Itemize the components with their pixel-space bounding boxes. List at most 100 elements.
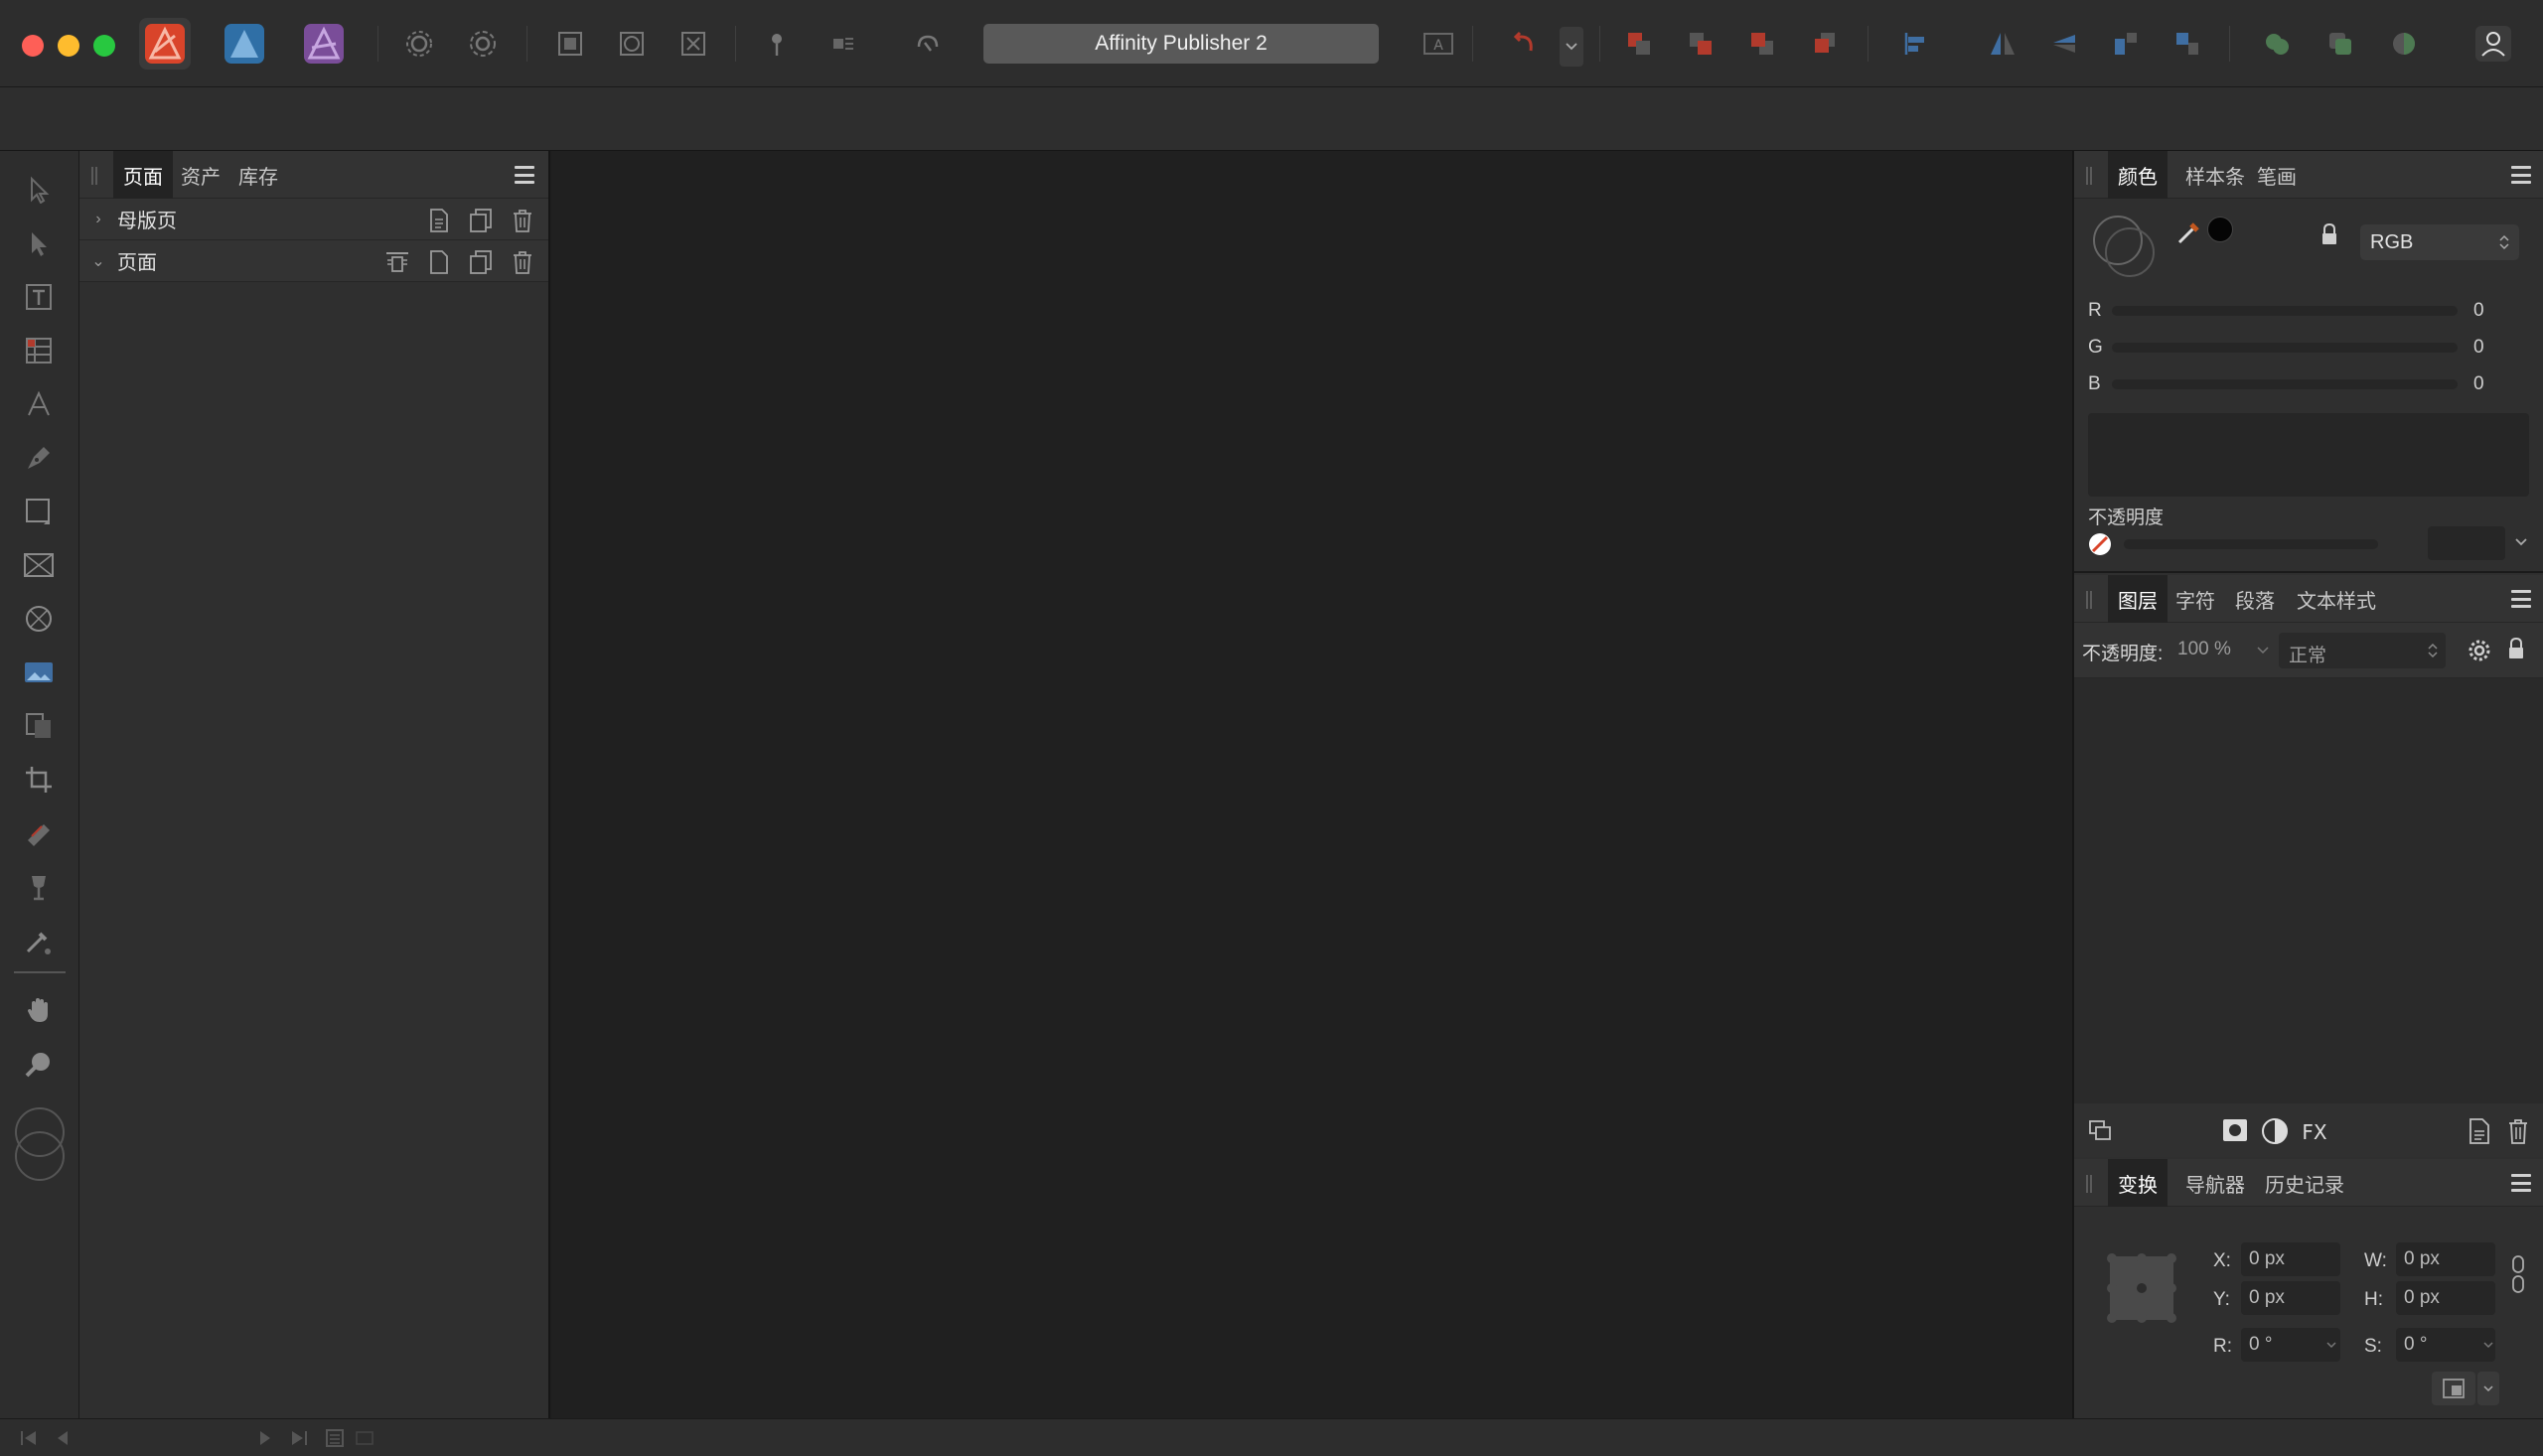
delete-master-page-icon[interactable] [509,207,536,234]
y-input[interactable]: 0 px [2241,1281,2340,1315]
transform-options-button[interactable] [2432,1372,2475,1405]
picture-frame-tool-icon[interactable] [18,544,60,586]
move-back-one-icon[interactable] [1681,24,1720,64]
tab-history[interactable]: 历史记录 [2255,1159,2354,1207]
fill-stroke-swatch[interactable] [10,1104,70,1184]
pages-section[interactable]: ⌄ 页面 [79,240,548,282]
current-color-swatch[interactable] [2207,217,2233,242]
eyedropper-icon[interactable] [2175,217,2205,246]
delete-page-icon[interactable] [509,248,536,276]
undo-icon[interactable] [1504,24,1544,64]
color-spectrum-area[interactable] [2088,413,2529,497]
photo-persona-button[interactable] [298,18,350,70]
rectangle-tool-icon[interactable] [18,491,60,532]
move-tool-icon[interactable] [18,169,60,211]
table-tool-icon[interactable] [18,330,60,371]
tab-assets[interactable]: 资产 [171,151,230,199]
no-fill-icon[interactable] [2088,532,2112,556]
tab-navigator[interactable]: 导航器 [2175,1159,2255,1207]
h-input[interactable]: 0 px [2396,1281,2495,1315]
opacity-input[interactable] [2428,526,2505,560]
w-input[interactable]: 0 px [2396,1242,2495,1276]
first-page-icon[interactable] [18,1427,40,1449]
fill-stroke-circles[interactable] [2090,211,2162,280]
vector-crop-icon[interactable] [18,705,60,747]
layer-opacity-value[interactable]: 100 % [2177,639,2231,660]
settings-gear-icon[interactable] [463,24,503,64]
flip-horizontal-icon[interactable] [1983,24,2022,64]
tab-character[interactable]: 字符 [2166,575,2225,623]
opacity-slider[interactable] [2124,539,2378,549]
add-master-page-icon[interactable] [425,207,453,234]
document-canvas[interactable] [552,151,2072,1418]
ellipse-frame-tool-icon[interactable] [18,598,60,640]
bleed-view-icon[interactable] [673,24,713,64]
tab-paragraph[interactable]: 段落 [2225,575,2285,623]
panel-grip-handle[interactable] [2086,1175,2092,1193]
page-thumbnail-icon[interactable] [354,1427,375,1449]
g-channel-value[interactable]: 0 [2473,337,2484,359]
page-spread-icon[interactable] [324,1427,346,1449]
panel-menu-icon[interactable] [513,163,536,187]
tab-text-styles[interactable]: 文本样式 [2287,575,2386,623]
layers-list[interactable] [2074,678,2543,1103]
text-wrap-icon[interactable] [823,24,862,64]
chevron-down-icon[interactable]: ⌄ [85,251,111,271]
master-pages-section[interactable]: › 母版页 [79,199,548,240]
tab-swatches[interactable]: 样本条 [2175,151,2255,199]
view-mode-icon[interactable] [550,24,590,64]
align-icon[interactable] [1895,24,1935,64]
duplicate-master-page-icon[interactable] [467,207,495,234]
maximize-window-button[interactable] [93,35,115,57]
shear-input[interactable]: 0 ° [2396,1328,2495,1362]
crop-tool-icon[interactable] [18,759,60,801]
color-picker-tool-icon[interactable] [18,920,60,961]
page-options-icon[interactable] [383,248,411,276]
link-icon[interactable] [908,24,948,64]
tab-color[interactable]: 颜色 [2108,151,2168,199]
hand-tool-icon[interactable] [18,989,60,1031]
fill-tool-icon[interactable] [18,812,60,854]
tab-pages[interactable]: 页面 [113,151,173,199]
minimize-window-button[interactable] [58,35,79,57]
account-button[interactable] [2468,24,2519,64]
publisher-persona-button[interactable] [139,18,191,70]
lock-icon[interactable] [2320,222,2338,246]
anchor-point-selector[interactable] [2104,1250,2179,1326]
pen-tool-icon[interactable] [18,437,60,479]
place-image-tool-icon[interactable] [18,652,60,693]
color-mode-select[interactable]: RGB [2360,224,2519,260]
r-channel-slider[interactable] [2112,306,2458,316]
designer-persona-button[interactable] [219,18,270,70]
rotate-left-icon[interactable] [2106,24,2146,64]
last-page-icon[interactable] [288,1427,310,1449]
tab-layers[interactable]: 图层 [2108,575,2168,623]
panel-grip-handle[interactable] [2086,167,2092,185]
move-to-back-icon[interactable] [1619,24,1659,64]
flip-vertical-icon[interactable] [2044,24,2084,64]
tab-stock[interactable]: 库存 [228,151,288,199]
next-page-icon[interactable] [254,1427,276,1449]
boolean-intersect-icon[interactable] [2384,24,2424,64]
move-to-front-icon[interactable] [1804,24,1844,64]
x-input[interactable]: 0 px [2241,1242,2340,1276]
transparency-tool-icon[interactable] [18,866,60,908]
rotation-input[interactable]: 0 ° [2241,1328,2340,1362]
panel-grip-handle[interactable] [2086,591,2092,609]
g-channel-slider[interactable] [2112,343,2458,353]
preview-mode-icon[interactable] [612,24,652,64]
r-channel-value[interactable]: 0 [2473,300,2484,322]
boolean-add-icon[interactable] [2257,24,2297,64]
duplicate-page-icon[interactable] [467,248,495,276]
tab-stroke[interactable]: 笔画 [2247,151,2307,199]
text-frame-icon[interactable]: A [1419,24,1458,64]
gear-icon[interactable] [399,24,439,64]
rotate-right-icon[interactable] [2168,24,2207,64]
node-tool-icon[interactable] [18,222,60,264]
transform-options-dropdown[interactable] [2477,1372,2499,1405]
b-channel-slider[interactable] [2112,379,2458,389]
add-page-icon[interactable] [425,248,453,276]
panel-menu-icon[interactable] [2509,163,2533,187]
previous-page-icon[interactable] [52,1427,74,1449]
zoom-tool-icon[interactable] [18,1043,60,1085]
